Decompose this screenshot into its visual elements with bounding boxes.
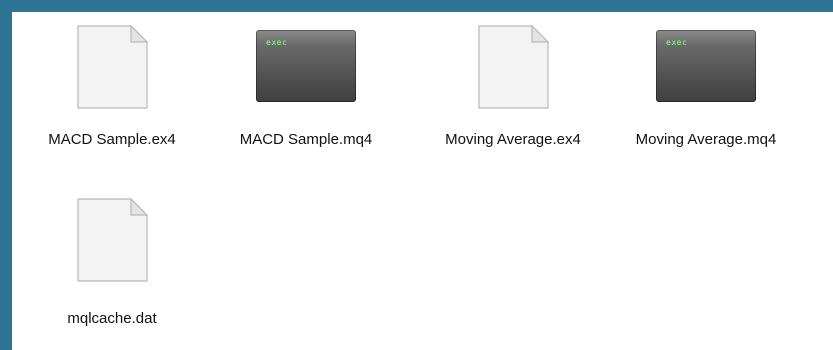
exec-icon: exec [256, 30, 356, 102]
file-name-label: MACD Sample.mq4 [239, 131, 373, 148]
file-name-label: Moving Average.mq4 [635, 131, 777, 148]
exec-icon-label: exec [266, 38, 288, 47]
file-name-label: Moving Average.ex4 [445, 131, 581, 148]
document-icon [73, 22, 151, 117]
exec-icon-label: exec [666, 38, 688, 47]
file-name-label: mqlcache.dat [67, 310, 157, 327]
document-icon [73, 195, 151, 290]
file-name-label: MACD Sample.ex4 [48, 131, 176, 148]
finder-window: MACD Sample.ex4 exec MACD Sample.mq4 Mov… [12, 12, 833, 350]
exec-icon: exec [656, 30, 756, 102]
document-icon [474, 22, 552, 117]
